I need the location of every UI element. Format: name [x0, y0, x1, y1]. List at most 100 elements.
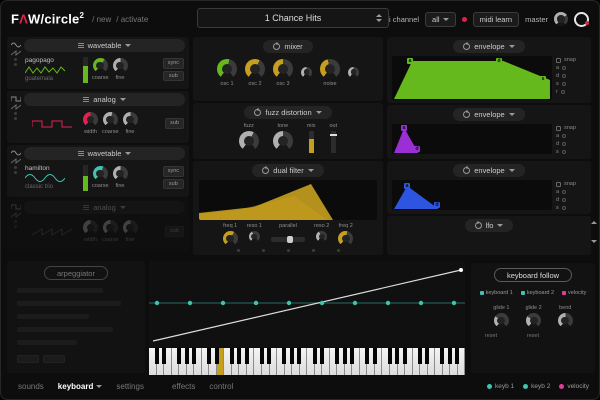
osc4-width-knob[interactable] [83, 220, 98, 235]
midi-channel-select[interactable]: all [425, 12, 456, 27]
power-icon[interactable] [463, 111, 470, 118]
osc2-coarse-knob[interactable] [103, 112, 118, 127]
osc2-fine-knob[interactable] [123, 112, 138, 127]
piano-key-black[interactable] [177, 348, 181, 364]
master-knob[interactable] [554, 12, 568, 26]
mod-dot[interactable] [562, 134, 566, 138]
tab-keyboard[interactable]: keyboard [51, 382, 110, 391]
piano-key-black[interactable] [282, 348, 286, 364]
snap-toggle[interactable] [556, 182, 561, 187]
tab-settings[interactable]: settings [109, 382, 151, 391]
osc2-type-selector[interactable]: analog [24, 93, 185, 106]
bend-knob[interactable] [558, 313, 573, 328]
power-icon[interactable] [463, 167, 470, 174]
piano-key-black[interactable] [343, 348, 347, 364]
osc1-level-slider[interactable] [83, 57, 88, 83]
piano-key-black[interactable] [155, 348, 159, 364]
envelope-3-display[interactable]: a d [392, 180, 552, 210]
filter-response-display[interactable] [199, 180, 377, 220]
keyboard-2-swatch[interactable] [521, 291, 525, 295]
saw-wave-icon[interactable] [11, 158, 21, 164]
decay-handle[interactable]: d [496, 58, 502, 64]
mix-slider[interactable] [309, 131, 314, 153]
parallel-slider[interactable] [271, 237, 305, 242]
piano-key-black[interactable] [365, 348, 369, 364]
power-icon[interactable] [262, 167, 269, 174]
power-icon[interactable] [254, 109, 261, 116]
routing-dot[interactable] [14, 63, 17, 66]
activate-link[interactable]: / activate [116, 15, 148, 24]
keyboard-follow-graph[interactable] [149, 261, 465, 347]
decay-handle[interactable]: d [414, 146, 420, 152]
mod-dot[interactable] [562, 206, 566, 210]
arp-toggle-button[interactable] [43, 355, 65, 363]
filter-header[interactable]: dual filter [252, 164, 323, 177]
sine-wave-icon[interactable] [11, 42, 21, 48]
envelope-2-display[interactable]: a d [392, 124, 552, 154]
square-wave-icon[interactable] [11, 204, 21, 210]
osc3-sync-button[interactable]: sync [163, 166, 184, 177]
routing-dot[interactable] [14, 220, 17, 223]
osc4-type-selector[interactable]: analog [24, 201, 185, 214]
mod-dot[interactable] [562, 66, 566, 70]
mod-dot[interactable] [562, 82, 566, 86]
arp-control[interactable] [17, 314, 89, 319]
fuzz-header[interactable]: fuzz distortion [244, 106, 331, 119]
piano-key-black[interactable] [388, 348, 392, 364]
piano-key-black[interactable] [290, 348, 294, 364]
glide2-reset-button[interactable]: reset [520, 333, 546, 339]
freq2-knob[interactable] [338, 231, 353, 246]
mod-dot[interactable] [237, 249, 240, 252]
piano-key-black[interactable] [440, 348, 444, 364]
velocity-dot[interactable] [559, 384, 564, 389]
routing-dot[interactable] [14, 58, 17, 61]
preset-selector[interactable]: 1 Chance Hits [197, 8, 389, 28]
square-wave-icon[interactable] [11, 96, 21, 102]
piano-key-black[interactable] [207, 348, 211, 364]
attack-handle[interactable]: a [401, 125, 407, 131]
snap-toggle[interactable] [556, 126, 561, 131]
arp-control[interactable] [17, 340, 77, 345]
mixer-osc2-knob[interactable] [245, 59, 265, 79]
envelope-3-header[interactable]: envelope [453, 164, 524, 177]
osc1-type-selector[interactable]: wavetable [24, 39, 185, 52]
mixer-osc1-knob[interactable] [217, 59, 237, 79]
mod-dot[interactable] [562, 142, 566, 146]
mixer-header[interactable]: mixer [263, 40, 312, 53]
osc3-coarse-knob[interactable] [93, 166, 108, 181]
routing-dot[interactable] [14, 225, 17, 228]
osc3-level-slider[interactable] [83, 165, 88, 191]
mod-dot[interactable] [312, 249, 315, 252]
piano-key-black[interactable] [403, 348, 407, 364]
osc2-width-knob[interactable] [83, 112, 98, 127]
osc4-coarse-knob[interactable] [103, 220, 118, 235]
fuzz-knob[interactable] [239, 131, 259, 151]
chevron-down-icon[interactable] [376, 19, 382, 22]
mixer-aux2-knob[interactable] [348, 67, 359, 78]
osc1-fine-knob[interactable] [113, 58, 128, 73]
reso1-knob[interactable] [249, 231, 260, 242]
envelope-1-display[interactable]: a d s [392, 56, 552, 100]
piano-key-black[interactable] [267, 348, 271, 364]
mod-dot[interactable] [562, 190, 566, 194]
mixer-osc3-knob[interactable] [273, 59, 293, 79]
attack-handle[interactable]: a [407, 58, 413, 64]
freq1-knob[interactable] [223, 231, 238, 246]
lfo-header[interactable]: lfo [465, 219, 514, 232]
keyb2-dot[interactable] [523, 384, 528, 389]
piano-key-black[interactable] [237, 348, 241, 364]
envelope-1-header[interactable]: envelope [453, 40, 524, 53]
osc3-preset-name[interactable]: hamilton [25, 165, 79, 172]
tab-sounds[interactable]: sounds [11, 382, 51, 391]
tab-effects[interactable]: effects [165, 382, 202, 391]
decay-handle[interactable]: d [434, 202, 440, 208]
piano-key-black[interactable] [373, 348, 377, 364]
mod-dot[interactable] [337, 249, 340, 252]
arp-control[interactable] [17, 327, 113, 332]
piano-key-black[interactable] [418, 348, 422, 364]
piano-key-black[interactable] [425, 348, 429, 364]
piano-key-black[interactable] [215, 348, 219, 364]
glide2-knob[interactable] [526, 313, 541, 328]
piano-key-black[interactable] [320, 348, 324, 364]
keyboard-1-swatch[interactable] [480, 291, 484, 295]
